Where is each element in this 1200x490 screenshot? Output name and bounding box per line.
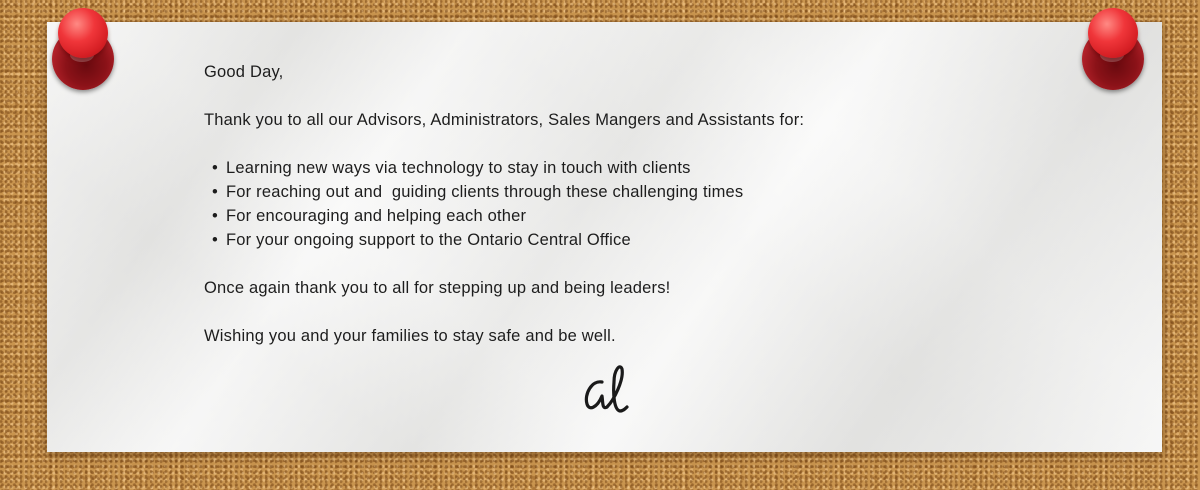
pushpin-head	[58, 8, 108, 58]
pushpin-head	[1088, 8, 1138, 58]
pushpin-icon	[48, 6, 118, 90]
list-item: For your ongoing support to the Ontario …	[204, 228, 1104, 252]
closing-paragraph: Once again thank you to all for stepping…	[204, 279, 671, 297]
handwritten-signature	[584, 365, 629, 413]
list-item: Learning new ways via technology to stay…	[204, 156, 1104, 180]
greeting: Good Day,	[204, 63, 284, 81]
list-item: For reaching out and guiding clients thr…	[204, 180, 1104, 204]
thank-you-letter: Good Day, Thank you to all our Advisors,…	[204, 60, 1104, 348]
intro-paragraph: Thank you to all our Advisors, Administr…	[204, 111, 805, 129]
well-wishes-paragraph: Wishing you and your families to stay sa…	[204, 327, 616, 345]
list-item: For encouraging and helping each other	[204, 204, 1104, 228]
thanks-list: Learning new ways via technology to stay…	[204, 156, 1104, 252]
